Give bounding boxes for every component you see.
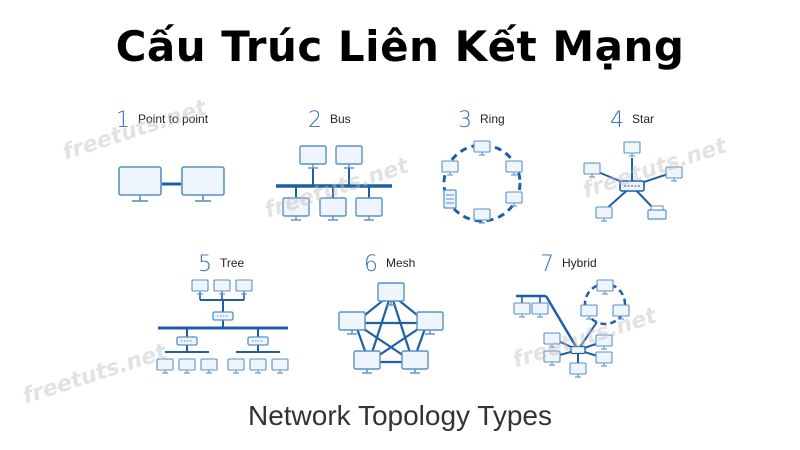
diagram-caption: Network Topology Types <box>247 400 553 431</box>
tree-diagram <box>156 279 289 374</box>
ring-diagram <box>441 140 523 224</box>
topology-diagrams <box>118 140 683 378</box>
point-to-point-diagram <box>118 166 225 202</box>
